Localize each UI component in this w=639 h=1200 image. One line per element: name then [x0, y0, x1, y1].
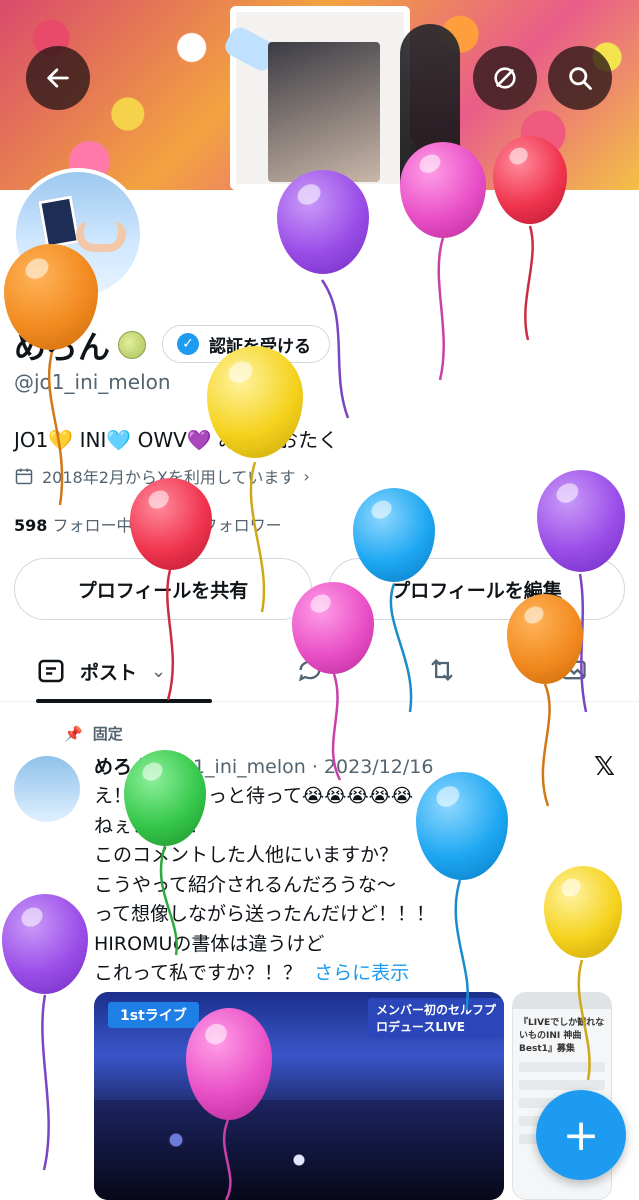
post-avatar[interactable] [14, 756, 80, 822]
active-tab-indicator [36, 699, 212, 703]
chevron-down-icon: ⌄ [151, 660, 167, 682]
post-media-main[interactable]: 1stライブ メンバー初のセルフプロデュースLIVE [94, 992, 504, 1200]
chevron-right-icon: › [303, 466, 310, 486]
search-button[interactable] [548, 46, 612, 110]
x-logo-icon: 𝕏 [594, 752, 615, 782]
pinned-indicator: 📌 固定 [64, 724, 123, 744]
balloon-red-1 [493, 136, 567, 224]
media-caption-2: メンバー初のセルフプロデュースLIVE [368, 998, 504, 1038]
handle: @jo1_ini_melon [14, 370, 171, 394]
repost-icon [431, 659, 453, 681]
post-list-icon [38, 659, 64, 683]
media-caption-1: 1stライブ [108, 1002, 199, 1028]
tab-posts[interactable]: ポスト ⌄ [36, 640, 212, 703]
show-more-link[interactable]: さらに表示 [314, 962, 409, 984]
arrow-left-icon [47, 68, 69, 88]
ban-icon [494, 67, 516, 89]
balloon-yellow-2 [544, 866, 622, 958]
balloon-purple-2 [537, 470, 625, 572]
balloon-blue-2 [416, 772, 508, 880]
followers-label: フォロワー [201, 516, 282, 535]
concert-crowd [94, 1100, 504, 1200]
post-date[interactable]: 2023/12/16 [324, 756, 434, 778]
calendar-icon [15, 468, 33, 485]
back-button[interactable] [26, 46, 90, 110]
search-icon [569, 67, 592, 90]
melon-icon [118, 331, 147, 359]
block-button[interactable] [473, 46, 537, 110]
tab-reposts[interactable] [422, 650, 462, 690]
balloon-purple-3 [2, 894, 88, 994]
following-count: 598 [14, 516, 48, 535]
balloon-red-2 [130, 478, 212, 570]
plus-icon: + [562, 1109, 600, 1161]
pin-icon: 📌 [64, 724, 83, 743]
verified-badge-icon: ✓ [177, 333, 199, 355]
compose-post-button[interactable]: + [536, 1090, 626, 1180]
balloon-purple-1 [277, 170, 369, 274]
banner-photo [268, 42, 380, 182]
balloon-pink-1 [400, 142, 486, 238]
side-media-header: 『LIVEでしか観れないものINI 神曲Best1』募集 [519, 1018, 605, 1054]
following-label: フォロー中 [52, 516, 133, 535]
